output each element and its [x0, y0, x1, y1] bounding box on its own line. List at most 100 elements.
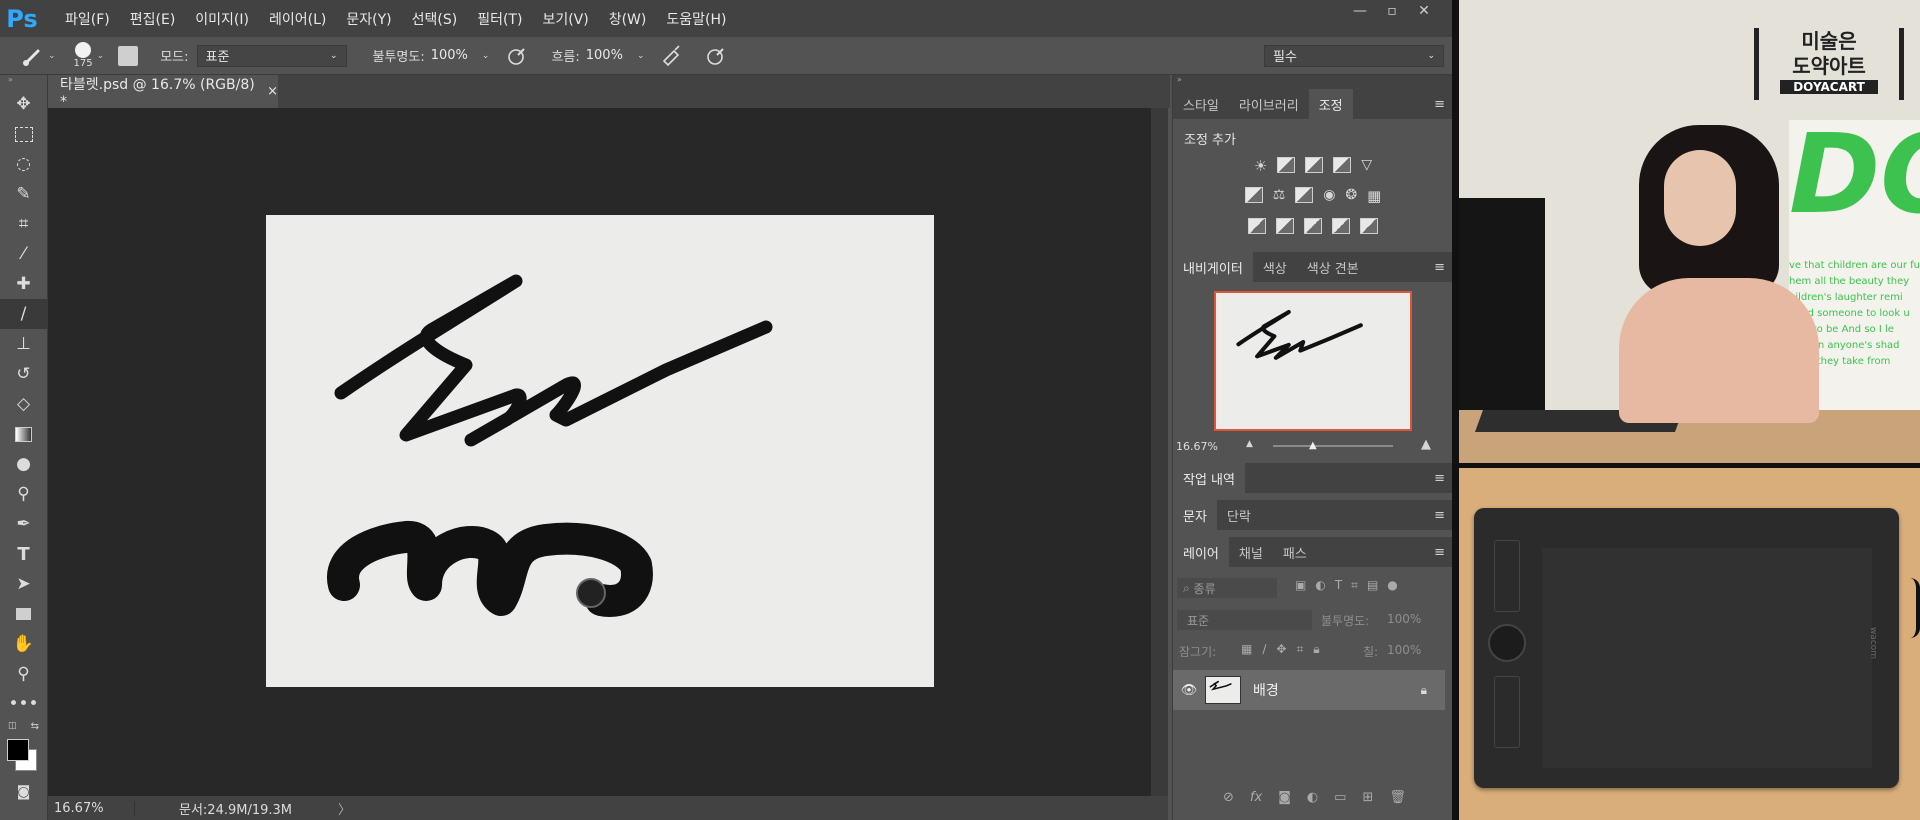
- canvas-area[interactable]: [48, 108, 1151, 796]
- status-zoom[interactable]: 16.67%: [54, 800, 135, 816]
- history-brush-tool-icon[interactable]: ↺: [0, 359, 47, 389]
- tab-swatches[interactable]: 색상 견본: [1297, 252, 1369, 282]
- tab-adjustments[interactable]: 조정: [1308, 89, 1353, 119]
- smart-object-filter-icon[interactable]: ▤: [1367, 578, 1378, 593]
- workspace-select[interactable]: 필수 ⌄: [1264, 44, 1444, 67]
- add-mask-icon[interactable]: ◙: [1278, 790, 1291, 805]
- foreground-color-swatch[interactable]: [7, 739, 29, 761]
- curves-icon[interactable]: [1305, 157, 1324, 173]
- color-balance-icon[interactable]: ⚖: [1273, 187, 1286, 205]
- navigator-preview[interactable]: [1214, 291, 1412, 431]
- menu-view[interactable]: 보기(V): [532, 9, 598, 29]
- move-tool-icon[interactable]: ✥: [0, 89, 47, 119]
- swap-colors-icon[interactable]: ⇆: [31, 721, 39, 732]
- eraser-tool-icon[interactable]: ◇: [0, 389, 47, 419]
- exposure-icon[interactable]: [1333, 157, 1352, 173]
- eye-visibility-icon[interactable]: 👁︎: [1173, 683, 1205, 698]
- menu-type[interactable]: 문자(Y): [336, 9, 401, 29]
- fx-icon[interactable]: fx: [1250, 790, 1262, 805]
- selective-color-icon[interactable]: [1332, 218, 1350, 234]
- tab-color[interactable]: 색상: [1253, 252, 1297, 282]
- chevron-down-icon[interactable]: ⌄: [97, 51, 105, 61]
- filter-toggle-icon[interactable]: ●: [1387, 578, 1397, 593]
- vertical-scrollbar[interactable]: [1151, 108, 1168, 796]
- pressure-size-icon[interactable]: [704, 45, 726, 67]
- panel-menu-icon[interactable]: ≡: [1434, 97, 1445, 112]
- channel-mixer-icon[interactable]: ❂: [1345, 187, 1357, 205]
- tab-channels[interactable]: 채널: [1229, 537, 1273, 567]
- menu-file[interactable]: 파일(F): [55, 9, 120, 29]
- blend-mode-select[interactable]: 표준: [1177, 610, 1312, 630]
- pen-tool-icon[interactable]: ✒: [0, 509, 47, 539]
- zoom-slider-handle[interactable]: ▲: [1309, 440, 1317, 451]
- brush-tool-icon[interactable]: [18, 41, 48, 71]
- menu-select[interactable]: 선택(S): [402, 9, 468, 29]
- chevron-down-icon[interactable]: ⌄: [48, 51, 56, 61]
- brush-preset-picker[interactable]: 175: [74, 42, 93, 69]
- adjustment-filter-icon[interactable]: ◐: [1315, 578, 1325, 593]
- document-canvas[interactable]: [266, 215, 934, 687]
- mode-select[interactable]: 표준 ⌄: [196, 44, 347, 67]
- flow-value[interactable]: 100%: [586, 48, 623, 63]
- minimize-button[interactable]: —: [1344, 0, 1376, 26]
- collapse-arrows-icon[interactable]: »: [0, 75, 47, 85]
- close-tab-icon[interactable]: ×: [267, 84, 278, 99]
- menu-image[interactable]: 이미지(I): [185, 9, 259, 29]
- hand-tool-icon[interactable]: ✋: [0, 629, 47, 659]
- panel-menu-icon[interactable]: ≡: [1434, 508, 1445, 523]
- tab-layers[interactable]: 레이어: [1173, 537, 1229, 567]
- shape-filter-icon[interactable]: ⌗: [1351, 578, 1358, 593]
- chevron-down-icon[interactable]: ⌄: [637, 51, 645, 61]
- pixel-filter-icon[interactable]: ▣: [1295, 578, 1306, 593]
- panel-menu-icon[interactable]: ≡: [1434, 260, 1445, 275]
- lock-transparency-icon[interactable]: ▦: [1241, 642, 1252, 657]
- navigator-zoom-slider[interactable]: [1273, 445, 1393, 447]
- menu-layer[interactable]: 레이어(L): [259, 9, 336, 29]
- delete-layer-icon[interactable]: 🗑︎: [1389, 790, 1406, 805]
- fill-value[interactable]: 100%: [1387, 643, 1421, 657]
- brush-panel-toggle-icon[interactable]: [118, 45, 139, 66]
- clone-stamp-tool-icon[interactable]: ⊥: [0, 329, 47, 359]
- brush-tool-icon[interactable]: ∕: [0, 299, 47, 329]
- zoom-out-mountain-icon[interactable]: ▲: [1246, 439, 1253, 449]
- vibrance-icon[interactable]: ▽: [1361, 157, 1372, 175]
- tab-paragraph[interactable]: 단락: [1217, 500, 1261, 530]
- menu-filter[interactable]: 필터(T): [467, 9, 532, 29]
- menu-window[interactable]: 창(W): [599, 9, 657, 29]
- levels-icon[interactable]: [1277, 157, 1296, 173]
- layer-name[interactable]: 배경: [1253, 680, 1279, 700]
- black-white-icon[interactable]: [1295, 187, 1314, 203]
- hue-saturation-icon[interactable]: [1244, 187, 1263, 203]
- lock-all-icon[interactable]: 🔒︎: [1313, 642, 1319, 657]
- healing-brush-tool-icon[interactable]: ✚: [0, 269, 47, 299]
- gradient-map-icon[interactable]: [1360, 218, 1378, 234]
- blur-tool-icon[interactable]: ●: [0, 449, 47, 479]
- maximize-button[interactable]: ▫: [1376, 0, 1408, 26]
- photo-filter-icon[interactable]: ◉: [1323, 187, 1335, 205]
- quick-mask-icon[interactable]: ◙: [0, 777, 47, 807]
- new-layer-icon[interactable]: ⊞: [1362, 790, 1373, 805]
- color-lookup-icon[interactable]: ▦: [1367, 187, 1381, 205]
- brightness-icon[interactable]: ☀: [1254, 157, 1267, 175]
- tab-navigator[interactable]: 내비게이터: [1173, 252, 1253, 282]
- panel-menu-icon[interactable]: ≡: [1434, 545, 1445, 560]
- path-select-tool-icon[interactable]: ➤: [0, 569, 47, 599]
- posterize-icon[interactable]: [1276, 218, 1294, 234]
- quick-select-tool-icon[interactable]: ✎: [0, 179, 47, 209]
- lock-image-icon[interactable]: ∕: [1262, 642, 1266, 657]
- default-colors-icon[interactable]: ◫: [8, 721, 17, 731]
- menu-help[interactable]: 도움말(H): [656, 9, 736, 29]
- zoom-tool-icon[interactable]: ⚲: [0, 659, 47, 689]
- tab-paths[interactable]: 패스: [1273, 537, 1317, 567]
- threshold-icon[interactable]: [1304, 218, 1322, 234]
- status-menu-arrow[interactable]: 〉: [338, 799, 351, 818]
- marquee-tool-icon[interactable]: [0, 119, 47, 149]
- layer-row[interactable]: 👁︎ 배경 🔒︎: [1173, 670, 1445, 710]
- more-tools-icon[interactable]: •••: [0, 689, 47, 719]
- crop-tool-icon[interactable]: ⌗: [0, 209, 47, 239]
- new-adjustment-icon[interactable]: ◐: [1307, 790, 1318, 805]
- lock-position-icon[interactable]: ✥: [1276, 642, 1286, 657]
- chevron-down-icon[interactable]: ⌄: [482, 51, 490, 61]
- lock-artboard-icon[interactable]: ⌗: [1296, 642, 1303, 657]
- rectangle-tool-icon[interactable]: [0, 599, 47, 629]
